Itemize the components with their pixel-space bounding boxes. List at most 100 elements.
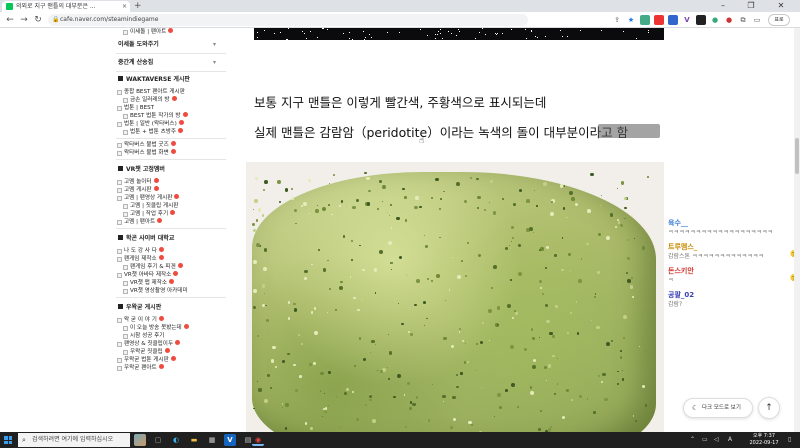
v-app-icon[interactable]: V <box>224 434 236 446</box>
sidebar-board-item[interactable]: 왁 굳 이 야 기 <box>116 316 226 324</box>
board-icon <box>117 318 122 323</box>
board-label: 우왁굳 짓클립 <box>130 349 163 355</box>
notification-icon[interactable]: ▯ <box>788 432 791 448</box>
sidebar-board-item[interactable]: 법툰 | 일반 (왁타버스) <box>116 120 226 128</box>
chevron-down-icon[interactable]: ▾ <box>213 54 216 72</box>
close-window-button[interactable]: ✕ <box>770 0 792 12</box>
chat-message: ㅋ <box>668 277 674 284</box>
reload-icon[interactable]: ↻ <box>32 14 44 26</box>
sidebar-folder[interactable]: 이세돌 도와주기 ▾ <box>116 36 226 54</box>
sidebar-board-item[interactable]: 우왁굳 팬아트 <box>116 364 226 372</box>
sidebar-board-item[interactable]: 고멤 | 짓클립 게시판 <box>116 202 226 210</box>
network-icon[interactable]: ▭ <box>702 432 708 448</box>
taskbar-clock[interactable]: 오후 7:37 2022-09-17 <box>744 433 784 447</box>
back-arrow-icon[interactable]: ← <box>4 14 16 26</box>
edge-icon[interactable]: ◐ <box>170 434 182 446</box>
board-icon <box>123 289 128 294</box>
sidebar-board-item[interactable]: 이세돌 | 팬아트 <box>116 28 226 36</box>
extension-icon[interactable] <box>696 15 706 25</box>
sidebar-board-item[interactable]: 고멤 게시판 <box>116 186 226 194</box>
sidebar-board-item[interactable]: 고멤 | 팬아트 <box>116 218 226 226</box>
sidebar-board-item[interactable]: 법툰 + 법툰 츠방주 <box>116 128 226 136</box>
bookmark-star-icon[interactable]: ★ <box>626 15 636 25</box>
windows-start-icon[interactable] <box>4 436 12 444</box>
sidebar-board-item[interactable]: BEST 법툰 작가의 방 <box>116 112 226 120</box>
sidebar-board-item[interactable]: 고멤 | 팬영상 게시판 <box>116 194 226 202</box>
search-icon: ⌕ <box>22 436 26 444</box>
sidebar-board-item[interactable]: 고멤 놀이터 <box>116 178 226 186</box>
sidebar-board-item[interactable]: 왁타버스 불법 굿즈 <box>116 141 226 149</box>
sidebar-board-item[interactable]: 팬영상 & 짓클립이두 <box>116 340 226 348</box>
forward-arrow-icon[interactable]: → <box>18 14 30 26</box>
sidebar-board-item[interactable]: 팬게임 제작소 <box>116 255 226 263</box>
board-icon <box>117 122 122 127</box>
new-badge-icon <box>168 28 174 33</box>
chevron-down-icon[interactable]: ▾ <box>213 36 216 54</box>
sidebar-divider <box>116 295 226 298</box>
dark-mode-button[interactable]: ☾ 다크 모드로 보기 <box>683 398 753 418</box>
puzzle-icon[interactable]: ⧉ <box>738 15 748 25</box>
new-badge-icon <box>174 194 180 199</box>
sidebar-board-item[interactable]: VR챗 아바타 제작소 <box>116 271 226 279</box>
board-label: VR챗 맵 제작소 <box>130 280 168 286</box>
extension-icon[interactable] <box>668 15 678 25</box>
sidebar-board-item[interactable]: 법툰 | BEST <box>116 104 226 112</box>
taskbar-search-box[interactable]: ⌕ 검색하려면 여기에 입력하십시오 <box>18 433 130 447</box>
input-language[interactable]: A <box>728 432 732 448</box>
extension-icon[interactable] <box>654 15 664 25</box>
sidebar-board-item[interactable]: 우왁굳 법툰 게시판 <box>116 356 226 364</box>
sidebar-board-item[interactable]: VR챗 영상촬영 아카데미 <box>116 287 226 295</box>
new-badge-icon <box>171 96 177 101</box>
minimize-button[interactable]: – <box>712 0 734 12</box>
task-view-icon[interactable]: ▢ <box>152 434 164 446</box>
sidebar-board-item[interactable]: 이 오늘 방송 못봤는데 <box>116 324 226 332</box>
board-label: 왁 굳 이 야 기 <box>124 317 157 323</box>
board-label: 우왁굳 법툰 게시판 <box>124 357 169 363</box>
tab-close-icon[interactable]: × <box>122 1 127 12</box>
sidebar-board-item[interactable]: 시참 성공 후기 <box>116 332 226 340</box>
board-icon <box>117 196 122 201</box>
sidebar-board-item[interactable]: 금손 일러레의 방 <box>116 96 226 104</box>
volume-icon[interactable]: ◁ <box>714 432 719 448</box>
tray-up-icon[interactable]: ⌃ <box>690 432 695 448</box>
green-rock-image <box>252 172 656 432</box>
new-badge-icon <box>158 247 164 252</box>
extension-icon[interactable] <box>640 15 650 25</box>
scrollbar-thumb[interactable] <box>795 138 799 174</box>
address-bar[interactable]: 🔒 cafe.naver.com/steamindiegame <box>48 14 528 26</box>
board-label: 우왁굳 팬아트 <box>124 365 157 371</box>
board-label: 금손 일러레의 방 <box>130 97 170 103</box>
file-explorer-icon[interactable]: ▬ <box>188 434 200 446</box>
moon-icon: ☾ <box>692 404 699 412</box>
sidebar-board-item[interactable]: VR챗 맵 제작소 <box>116 279 226 287</box>
browser-tab[interactable]: 의외로 지구 맨틀의 대부분은 ... × <box>2 1 130 12</box>
board-label: 나 도 강 사 다 <box>124 248 157 254</box>
sidebar-board-item[interactable]: 우왁굳 짓클립 <box>116 348 226 356</box>
profile-button[interactable]: 표로 <box>768 14 790 26</box>
sidebar-board-item[interactable]: 종합 BEST 팬아트 게시판 <box>116 88 226 96</box>
side-panel-icon[interactable]: ▭ <box>752 15 762 25</box>
url-text: cafe.naver.com/steamindiegame <box>60 16 159 23</box>
sidebar-board-item[interactable]: 팬게임 후기 & 피겐 <box>116 263 226 271</box>
board-icon <box>123 326 128 331</box>
extension-icon[interactable]: ● <box>710 15 720 25</box>
board-label: 법툰 | 일반 (왁타버스) <box>124 121 177 127</box>
sidebar-folder[interactable]: 중간계 산송집 ▾ <box>116 54 226 72</box>
board-label: 법툰 + 법툰 츠방주 <box>130 129 177 135</box>
new-tab-button[interactable]: + <box>134 0 142 12</box>
chrome-icon[interactable]: ◉ <box>252 434 264 446</box>
share-icon[interactable]: ⇪ <box>612 15 622 25</box>
extension-v-icon[interactable]: V <box>682 15 692 25</box>
board-label: 시참 성공 후기 <box>130 333 165 339</box>
extension-icon[interactable]: ● <box>724 15 734 25</box>
sidebar-board-item[interactable]: 고멤 | 작업 후기 <box>116 210 226 218</box>
sidebar-board-item[interactable]: 왁타버스 불법 화변 <box>116 149 226 157</box>
peridotite-photo[interactable] <box>246 162 664 432</box>
widget-icon[interactable] <box>134 434 146 446</box>
search-placeholder: 검색하려면 여기에 입력하십시오 <box>32 436 114 443</box>
scroll-to-top-button[interactable]: ↑ <box>758 397 780 419</box>
restore-button[interactable]: ❐ <box>740 0 762 12</box>
sidebar-board-item[interactable]: 나 도 강 사 다 <box>116 247 226 255</box>
store-icon[interactable]: ▦ <box>206 434 218 446</box>
page-scrollbar[interactable] <box>794 28 800 432</box>
